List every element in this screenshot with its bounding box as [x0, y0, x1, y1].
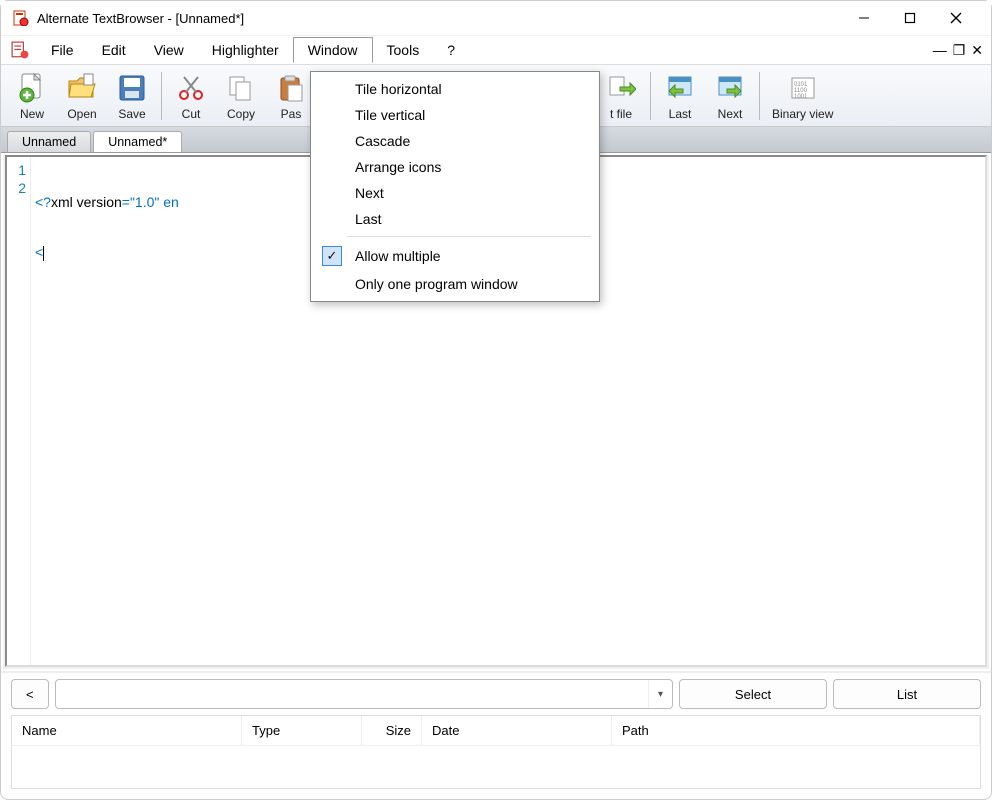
open-folder-icon	[65, 71, 99, 105]
menu-window[interactable]: Window	[293, 37, 373, 63]
copy-icon	[224, 71, 258, 105]
new-file-icon	[15, 71, 49, 105]
maximize-button[interactable]	[887, 3, 933, 33]
toolbar-next-file-label: t file	[610, 107, 632, 121]
select-button[interactable]: Select	[679, 679, 827, 709]
toolbar-open-label: Open	[67, 107, 96, 121]
col-date[interactable]: Date	[422, 716, 612, 745]
window-menu-dropdown: Tile horizontal Tile vertical Cascade Ar…	[310, 71, 600, 302]
toolbar-open[interactable]: Open	[57, 68, 107, 124]
arrow-right-file-icon	[604, 71, 638, 105]
toolbar-binary-label: Binary view	[772, 107, 833, 121]
menu-cascade[interactable]: Cascade	[311, 128, 599, 154]
menu-view[interactable]: View	[140, 38, 198, 62]
checkmark-icon: ✓	[322, 246, 342, 266]
window-next-icon	[713, 71, 747, 105]
toolbar-new[interactable]: New	[7, 68, 57, 124]
toolbar-separator	[161, 72, 162, 120]
menu-only-one-window[interactable]: Only one program window	[311, 271, 599, 297]
menu-highlighter[interactable]: Highlighter	[198, 38, 293, 62]
save-icon	[115, 71, 149, 105]
list-body[interactable]	[11, 745, 981, 789]
bottom-panel: < ▾ Select List Name Type Size Date Path	[1, 671, 991, 799]
close-button[interactable]	[933, 3, 979, 33]
list-header: Name Type Size Date Path	[11, 715, 981, 745]
toolbar-copy[interactable]: Copy	[216, 68, 266, 124]
toolbar-save[interactable]: Save	[107, 68, 157, 124]
toolbar-cut-label: Cut	[182, 107, 201, 121]
line-number-gutter: 1 2	[7, 157, 31, 665]
toolbar-copy-label: Copy	[227, 107, 255, 121]
tab-unnamed[interactable]: Unnamed	[7, 131, 91, 152]
toolbar-next[interactable]: Next	[705, 68, 755, 124]
app-icon	[13, 10, 29, 26]
toolbar-next-file[interactable]: t file	[596, 68, 646, 124]
toolbar-new-label: New	[20, 107, 44, 121]
toolbar-next-label: Next	[718, 107, 743, 121]
minimize-button[interactable]	[841, 3, 887, 33]
mdi-controls: — ❐ ✕	[933, 42, 983, 59]
toolbar-last[interactable]: Last	[655, 68, 705, 124]
menu-file[interactable]: File	[37, 38, 88, 62]
svg-text:1001: 1001	[794, 94, 808, 100]
menu-app-icon	[11, 41, 29, 59]
window-last-icon	[663, 71, 697, 105]
mdi-close-icon[interactable]: ✕	[971, 42, 983, 59]
list-button[interactable]: List	[833, 679, 981, 709]
toolbar-separator	[759, 72, 760, 120]
menu-allow-multiple[interactable]: ✓ Allow multiple	[311, 241, 599, 271]
line-number: 1	[7, 161, 26, 179]
toolbar-binary[interactable]: 010111001001 Binary view	[764, 68, 841, 124]
search-row: < ▾ Select List	[11, 679, 981, 709]
window-title: Alternate TextBrowser - [Unnamed*]	[37, 11, 841, 26]
paste-icon	[274, 71, 308, 105]
menu-next-window[interactable]: Next	[311, 180, 599, 206]
scissors-icon	[174, 71, 208, 105]
window-controls	[841, 3, 979, 33]
menu-bar: File Edit View Highlighter Window Tools …	[1, 35, 991, 65]
title-bar: Alternate TextBrowser - [Unnamed*]	[1, 1, 991, 35]
col-name[interactable]: Name	[12, 716, 242, 745]
toolbar-separator	[650, 72, 651, 120]
col-path[interactable]: Path	[612, 716, 980, 745]
lt-button[interactable]: <	[11, 679, 49, 709]
menu-help[interactable]: ?	[433, 38, 469, 62]
mdi-restore-icon[interactable]: ❐	[953, 42, 966, 59]
menu-edit[interactable]: Edit	[88, 38, 140, 62]
mdi-minimize-icon[interactable]: —	[933, 42, 947, 59]
chevron-down-icon[interactable]: ▾	[648, 680, 672, 708]
toolbar-cut[interactable]: Cut	[166, 68, 216, 124]
col-type[interactable]: Type	[242, 716, 362, 745]
menu-tools[interactable]: Tools	[373, 38, 434, 62]
toolbar-last-label: Last	[669, 107, 692, 121]
col-size[interactable]: Size	[362, 716, 422, 745]
tab-unnamed-modified[interactable]: Unnamed*	[93, 131, 182, 152]
text-cursor	[43, 246, 44, 261]
path-combo[interactable]: ▾	[55, 679, 673, 709]
menu-last-window[interactable]: Last	[311, 206, 599, 232]
line-number: 2	[7, 179, 26, 197]
menu-separator	[347, 236, 591, 237]
binary-icon: 010111001001	[786, 71, 820, 105]
menu-arrange-icons[interactable]: Arrange icons	[311, 154, 599, 180]
toolbar-paste[interactable]: Pas	[266, 68, 316, 124]
menu-tile-vertical[interactable]: Tile vertical	[311, 102, 599, 128]
menu-tile-horizontal[interactable]: Tile horizontal	[311, 76, 599, 102]
toolbar-save-label: Save	[118, 107, 145, 121]
toolbar-paste-label: Pas	[281, 107, 302, 121]
